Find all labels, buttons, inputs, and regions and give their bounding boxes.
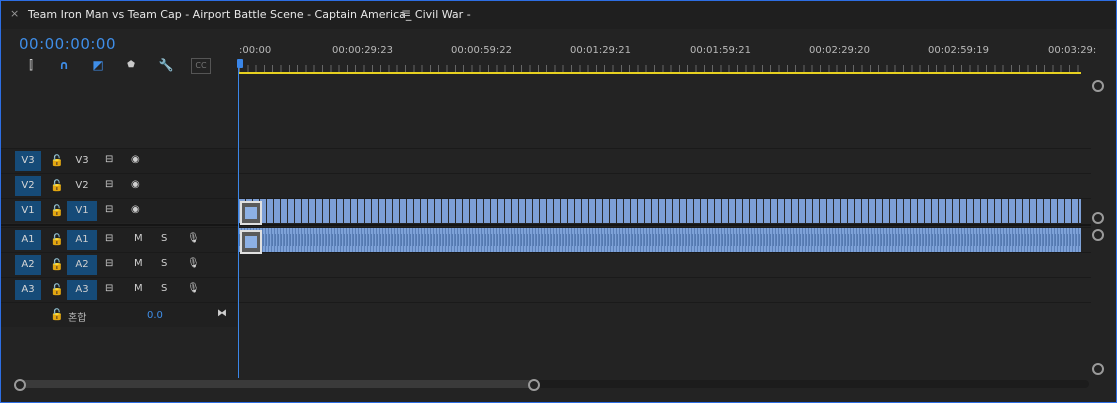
video-clip[interactable] bbox=[239, 199, 1081, 223]
video-audio-divider[interactable] bbox=[1, 224, 1091, 226]
ruler-label: 00:03:29: bbox=[1048, 45, 1097, 56]
time-ruler[interactable]: :00:00 00:00:29:23 00:00:59:22 00:01:29:… bbox=[239, 41, 1096, 75]
sync-lock-icon[interactable]: ⊟ bbox=[105, 283, 113, 294]
track-header-v1: V1 🔓 V1 ⊟ ◉ bbox=[1, 198, 237, 223]
hscroll-left-knob[interactable] bbox=[14, 379, 26, 391]
track-target-a3[interactable]: A3 bbox=[67, 280, 97, 300]
captions-icon[interactable]: CC bbox=[191, 58, 211, 74]
sync-lock-icon[interactable]: ⊟ bbox=[105, 233, 113, 244]
source-patch-a1[interactable]: A1 bbox=[15, 230, 41, 250]
ruler-label: 00:02:59:19 bbox=[928, 45, 990, 56]
track-header-mix: 🔓 혼합 0.0 ⧓ bbox=[1, 302, 237, 327]
lock-icon[interactable]: 🔓 bbox=[50, 283, 64, 296]
vscroll-top-knob[interactable] bbox=[1092, 80, 1104, 92]
ruler-label: 00:01:29:21 bbox=[570, 45, 632, 56]
lane-a2[interactable] bbox=[239, 252, 1091, 277]
linked-selection-icon[interactable]: ◩ bbox=[90, 58, 106, 72]
track-target-v2[interactable]: V2 bbox=[67, 176, 97, 196]
track-header-v3: V3 🔓 V3 ⊟ ◉ bbox=[1, 148, 237, 173]
track-target-v1[interactable]: V1 bbox=[67, 201, 97, 221]
lane-a3[interactable] bbox=[239, 277, 1091, 302]
horizontal-scroll-thumb[interactable] bbox=[19, 380, 534, 388]
panel-menu-icon[interactable]: ≡ bbox=[401, 6, 411, 20]
playhead-line[interactable] bbox=[238, 68, 239, 378]
track-target-a1[interactable]: A1 bbox=[67, 230, 97, 250]
ruler-label: 00:00:59:22 bbox=[451, 45, 513, 56]
clip-fx-icon bbox=[240, 230, 262, 254]
lock-icon[interactable]: 🔓 bbox=[50, 308, 64, 321]
playhead-handle[interactable] bbox=[237, 59, 243, 68]
source-patch-a3[interactable]: A3 bbox=[15, 280, 41, 300]
ruler-label: 00:02:29:20 bbox=[809, 45, 871, 56]
eye-icon[interactable]: ◉ bbox=[131, 204, 140, 215]
audio-waveform bbox=[239, 234, 1081, 246]
ruler-label: 00:00:29:23 bbox=[332, 45, 394, 56]
vscroll-video-bottom-knob[interactable] bbox=[1092, 212, 1104, 224]
mix-volume-value[interactable]: 0.0 bbox=[147, 310, 163, 321]
lane-v3[interactable] bbox=[239, 148, 1091, 173]
lock-icon[interactable]: 🔓 bbox=[50, 204, 64, 217]
sync-lock-icon[interactable]: ⊟ bbox=[105, 154, 113, 165]
solo-button[interactable]: S bbox=[161, 258, 167, 269]
audio-clip[interactable] bbox=[239, 228, 1081, 252]
wrench-settings-icon[interactable]: 🔧 bbox=[158, 58, 174, 72]
timeline-panel: × Team Iron Man vs Team Cap - Airport Ba… bbox=[0, 0, 1117, 403]
playhead-timecode[interactable]: 00:00:00:00 bbox=[19, 35, 116, 53]
track-header-v2: V2 🔓 V2 ⊟ ◉ bbox=[1, 173, 237, 198]
mute-button[interactable]: M bbox=[134, 258, 143, 269]
source-patch-v1[interactable]: V1 bbox=[15, 201, 41, 221]
work-area-bar[interactable] bbox=[239, 72, 1081, 74]
lock-icon[interactable]: 🔓 bbox=[50, 179, 64, 192]
close-tab-icon[interactable]: × bbox=[10, 7, 19, 20]
track-header-a2: A2 🔓 A2 ⊟ M S 🎙 bbox=[1, 252, 237, 277]
hscroll-right-knob[interactable] bbox=[528, 379, 540, 391]
snap-magnet-icon[interactable]: ∩ bbox=[56, 58, 72, 72]
mix-label: 혼합 bbox=[68, 313, 87, 324]
voiceover-mic-icon[interactable]: 🎙 bbox=[187, 233, 200, 244]
mute-button[interactable]: M bbox=[134, 233, 143, 244]
go-to-out-icon[interactable]: ⧓ bbox=[217, 308, 227, 319]
track-header-a3: A3 🔓 A3 ⊟ M S 🎙 bbox=[1, 277, 237, 302]
vscroll-bottom-knob[interactable] bbox=[1092, 363, 1104, 375]
ruler-label: 00:01:59:21 bbox=[690, 45, 752, 56]
insert-track-icon[interactable]: ⫿ bbox=[23, 58, 39, 72]
track-header-a1: A1 🔓 A1 ⊟ M S 🎙 bbox=[1, 227, 237, 252]
lock-icon[interactable]: 🔓 bbox=[50, 233, 64, 246]
source-patch-v3[interactable]: V3 bbox=[15, 151, 41, 171]
sync-lock-icon[interactable]: ⊟ bbox=[105, 258, 113, 269]
sync-lock-icon[interactable]: ⊟ bbox=[105, 204, 113, 215]
track-target-a2[interactable]: A2 bbox=[67, 255, 97, 275]
tab-bar: × Team Iron Man vs Team Cap - Airport Ba… bbox=[1, 1, 1116, 29]
mute-button[interactable]: M bbox=[134, 283, 143, 294]
lock-icon[interactable]: 🔓 bbox=[50, 258, 64, 271]
sync-lock-icon[interactable]: ⊟ bbox=[105, 179, 113, 190]
solo-button[interactable]: S bbox=[161, 233, 167, 244]
voiceover-mic-icon[interactable]: 🎙 bbox=[187, 283, 200, 294]
eye-icon[interactable]: ◉ bbox=[131, 179, 140, 190]
solo-button[interactable]: S bbox=[161, 283, 167, 294]
clip-fx-icon bbox=[240, 201, 262, 225]
lock-icon[interactable]: 🔓 bbox=[50, 154, 64, 167]
lane-mix bbox=[239, 302, 1091, 327]
add-marker-icon[interactable]: ⬟ bbox=[123, 58, 139, 72]
source-patch-a2[interactable]: A2 bbox=[15, 255, 41, 275]
source-patch-v2[interactable]: V2 bbox=[15, 176, 41, 196]
ruler-label: :00:00 bbox=[239, 45, 272, 56]
vscroll-audio-top-knob[interactable] bbox=[1092, 229, 1104, 241]
track-target-v3[interactable]: V3 bbox=[67, 151, 97, 171]
eye-icon[interactable]: ◉ bbox=[131, 154, 140, 165]
voiceover-mic-icon[interactable]: 🎙 bbox=[187, 258, 200, 269]
lane-v2[interactable] bbox=[239, 173, 1091, 198]
